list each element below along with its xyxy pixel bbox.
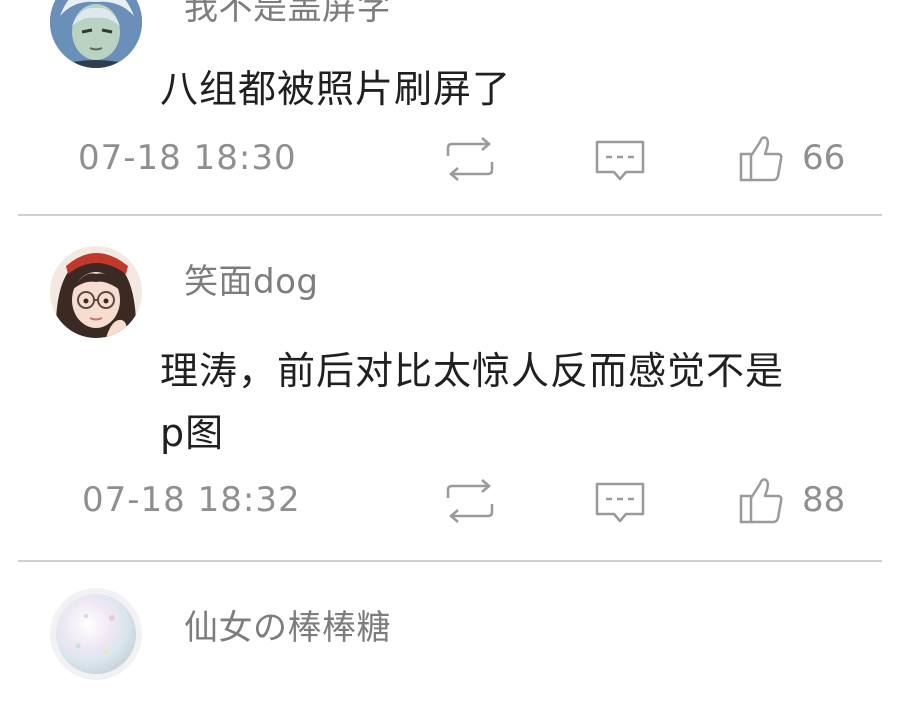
comment-meta: 07-18 18:30 66: [0, 130, 900, 190]
divider: [18, 560, 882, 562]
thumbs-up-icon: [739, 478, 783, 524]
comment-meta: 07-18 18:32 88: [0, 472, 900, 532]
repost-button[interactable]: [442, 476, 498, 526]
reply-button[interactable]: [592, 134, 648, 184]
reply-button[interactable]: [592, 476, 648, 526]
timestamp: 07-18 18:32: [82, 480, 301, 520]
thumbs-up-icon: [739, 136, 783, 182]
anime-girl-glasses-avatar: [50, 246, 142, 338]
like-count: 88: [802, 480, 846, 520]
comment-text: 八组都被照片刷屏了: [160, 67, 512, 111]
like-button[interactable]: 66: [738, 134, 848, 184]
avatar[interactable]: [50, 0, 142, 68]
reply-icon: [595, 482, 645, 523]
like-button[interactable]: 88: [738, 476, 848, 526]
timestamp: 07-18 18:30: [78, 138, 297, 178]
avatar[interactable]: [50, 588, 142, 680]
repost-icon: [446, 137, 494, 181]
pastel-orb-avatar: [50, 588, 142, 680]
username[interactable]: 我不是盖屏字: [184, 0, 391, 29]
repost-button[interactable]: [442, 134, 498, 184]
comment-text: 理涛，前后对比太惊人反而感觉不是p图: [160, 349, 785, 455]
username[interactable]: 笑面dog: [184, 254, 318, 303]
username[interactable]: 仙女の棒棒糖: [184, 600, 391, 649]
avatar[interactable]: [50, 246, 142, 338]
anime-white-haired-avatar: [50, 0, 142, 68]
divider: [18, 214, 882, 216]
repost-icon: [446, 479, 494, 523]
reply-icon: [595, 140, 645, 181]
like-count: 66: [802, 138, 846, 178]
